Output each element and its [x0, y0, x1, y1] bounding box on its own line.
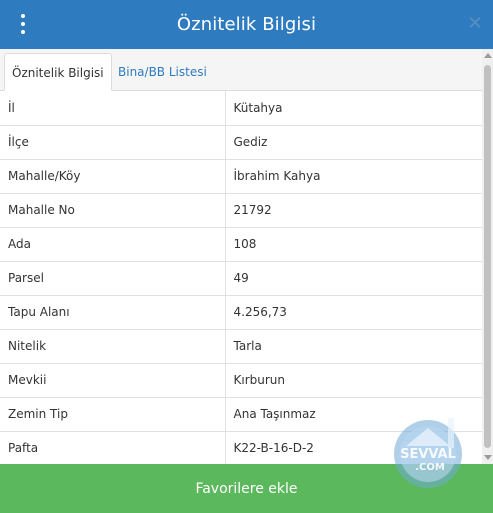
table-row: İlçe Gediz	[0, 125, 482, 160]
attribute-key: Zemin Tip	[0, 397, 226, 432]
table-row: Zemin Tip Ana Taşınmaz	[0, 397, 482, 432]
attribute-key: Mahalle/Köy	[0, 159, 226, 194]
attribute-value: İbrahim Kahya	[225, 159, 482, 194]
attribute-key: İlçe	[0, 125, 226, 160]
attribute-key: Parsel	[0, 261, 226, 296]
menu-dot	[21, 14, 25, 18]
attribute-value: K22-B-16-D-2	[225, 431, 482, 464]
attribute-value: Gediz	[225, 125, 482, 160]
attribute-key: Ada	[0, 227, 226, 262]
attribute-key: İl	[0, 91, 226, 126]
attribute-key: Tapu Alanı	[0, 295, 226, 330]
table-row: Mahalle No 21792	[0, 193, 482, 228]
scrollbar-thumb[interactable]	[484, 65, 491, 448]
attribute-key: Mevkii	[0, 363, 226, 398]
attribute-key: Pafta	[0, 431, 226, 464]
vertical-scrollbar[interactable]	[482, 49, 493, 464]
table-row: İl Kütahya	[0, 91, 482, 126]
attribute-value: 49	[225, 261, 482, 296]
dialog-title: Öznitelik Bilgisi	[176, 14, 317, 35]
tab-attribute-info[interactable]: Öznitelik Bilgisi	[4, 53, 112, 91]
table-row: Mahalle/Köy İbrahim Kahya	[0, 159, 482, 194]
dialog-header: Öznitelik Bilgisi ✕	[0, 0, 493, 49]
scroll-up-arrow-icon[interactable]	[484, 53, 492, 58]
menu-dot	[21, 22, 25, 26]
attribute-value: Tarla	[225, 329, 482, 364]
vertical-ellipsis-icon[interactable]	[14, 14, 32, 34]
table-row: Tapu Alanı 4.256,73	[0, 295, 482, 330]
tab-building-list[interactable]: Bina/BB Listesi	[111, 53, 214, 91]
attribute-value: Kütahya	[225, 91, 482, 126]
table-row: Nitelik Tarla	[0, 329, 482, 364]
table-row: Mevkii Kırburun	[0, 363, 482, 398]
attribute-table: İl Kütahya İlçe Gediz Mahalle/Köy İbrahim K…	[0, 91, 482, 464]
attribute-key: Mahalle No	[0, 193, 226, 228]
attribute-value: 4.256,73	[225, 295, 482, 330]
add-to-favorites-button[interactable]: Favorilere ekle	[0, 464, 493, 513]
table-row: Parsel 49	[0, 261, 482, 296]
close-icon[interactable]: ✕	[465, 12, 485, 36]
attribute-table-container: İl Kütahya İlçe Gediz Mahalle/Köy İbrahim K…	[0, 91, 482, 464]
attribute-value: Ana Taşınmaz	[225, 397, 482, 432]
attribute-value: 108	[225, 227, 482, 262]
table-row: Ada 108	[0, 227, 482, 262]
attribute-value: 21792	[225, 193, 482, 228]
attribute-value: Kırburun	[225, 363, 482, 398]
menu-dot	[21, 30, 25, 34]
scroll-down-arrow-icon[interactable]	[484, 455, 492, 460]
tab-bar: Öznitelik Bilgisi Bina/BB Listesi	[0, 49, 482, 91]
add-to-favorites-label: Favorilere ekle	[195, 480, 298, 497]
attribute-key: Nitelik	[0, 329, 226, 364]
table-row: Pafta K22-B-16-D-2	[0, 431, 482, 464]
